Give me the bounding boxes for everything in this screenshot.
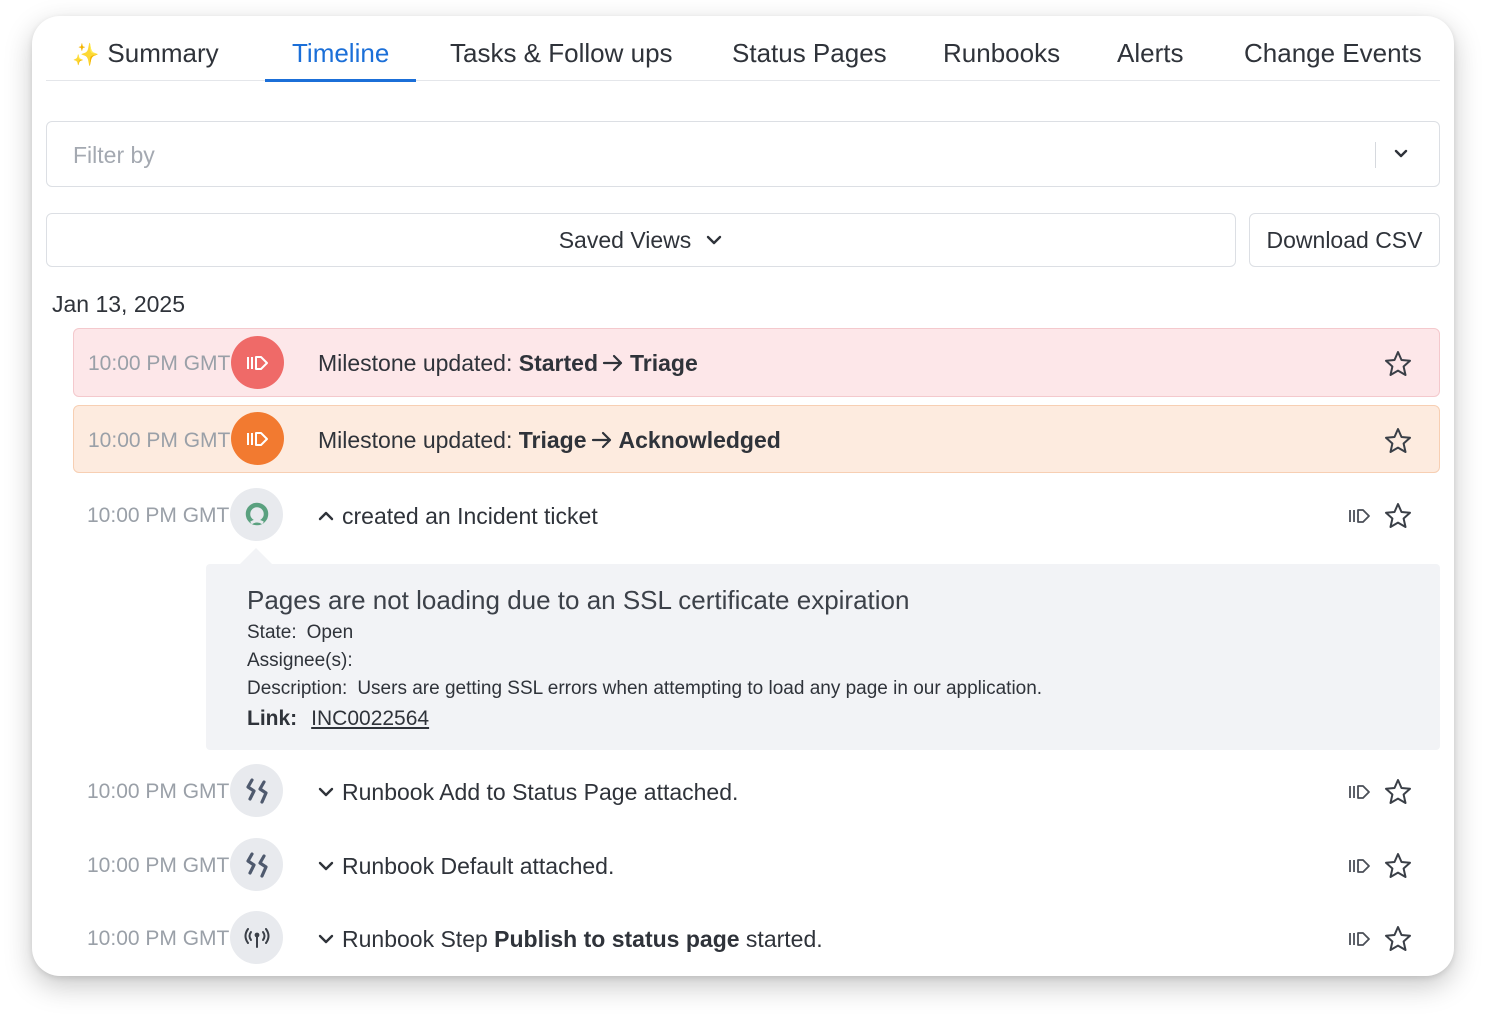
event-time: 10:00 PM GMT bbox=[87, 780, 230, 803]
event-message: Milestone updated: Started Triage bbox=[318, 350, 698, 376]
star-icon[interactable] bbox=[1383, 924, 1413, 954]
follow-up-icon[interactable] bbox=[1347, 927, 1373, 951]
chevron-down-icon[interactable] bbox=[1391, 140, 1411, 168]
filter-divider bbox=[1375, 142, 1376, 168]
ticket-description: Description: Users are getting SSL errors… bbox=[247, 678, 1043, 699]
event-time: 10:00 PM GMT bbox=[87, 927, 230, 950]
tab-runbooks[interactable]: Runbooks bbox=[943, 38, 1060, 81]
star-icon[interactable] bbox=[1383, 349, 1413, 379]
ticket-assignees: Assignee(s): bbox=[247, 650, 353, 671]
saved-views-button[interactable]: Saved Views bbox=[46, 213, 1236, 267]
tab-bar: ✨ Summary Timeline Tasks & Follow ups Sta… bbox=[46, 16, 1440, 82]
event-time: 10:00 PM GMT bbox=[87, 504, 230, 527]
sparkle-icon: ✨ bbox=[72, 42, 100, 67]
milestone-icon bbox=[231, 412, 284, 465]
event-time: 10:00 PM GMT bbox=[88, 429, 231, 452]
follow-up-icon[interactable] bbox=[1347, 854, 1373, 878]
event-message[interactable]: created an Incident ticket bbox=[317, 503, 598, 530]
tab-timeline[interactable]: Timeline bbox=[264, 38, 417, 82]
tab-status-pages[interactable]: Status Pages bbox=[732, 38, 887, 81]
timeline-event-ticket: 10:00 PM GMT created an Incident ticket bbox=[73, 486, 1440, 546]
tab-change-events[interactable]: Change Events bbox=[1244, 38, 1422, 81]
broadcast-icon bbox=[230, 911, 283, 964]
arrow-right-icon bbox=[602, 354, 623, 372]
tab-summary[interactable]: ✨ Summary bbox=[72, 38, 219, 81]
chevron-down-icon[interactable] bbox=[317, 932, 335, 946]
ticket-link[interactable]: INC0022564 bbox=[311, 707, 429, 730]
timeline-event-milestone: 10:00 PM GMT Milestone updated: Started T… bbox=[73, 328, 1440, 397]
event-message[interactable]: Runbook Step Publish to status page star… bbox=[317, 926, 823, 953]
filter-input[interactable] bbox=[73, 139, 1353, 171]
tab-tasks-follow-ups[interactable]: Tasks & Follow ups bbox=[450, 38, 673, 81]
chevron-down-icon[interactable] bbox=[317, 785, 335, 799]
event-message[interactable]: Runbook Default attached. bbox=[317, 853, 614, 880]
download-csv-button[interactable]: Download CSV bbox=[1249, 213, 1440, 267]
event-time: 10:00 PM GMT bbox=[87, 854, 230, 877]
timeline-event-runbook-step: 10:00 PM GMT Runbook Step Publish to sta… bbox=[73, 909, 1440, 969]
servicenow-icon bbox=[230, 488, 283, 541]
milestone-icon bbox=[231, 336, 284, 389]
detail-pointer bbox=[240, 548, 272, 564]
ticket-state: State: Open bbox=[247, 622, 354, 643]
timeline-event-runbook: 10:00 PM GMT Runbook Add to Status Page … bbox=[73, 762, 1440, 822]
runbook-icon bbox=[230, 764, 283, 817]
ticket-link-row: Link: INC0022564 bbox=[247, 707, 430, 730]
arrow-right-icon bbox=[591, 431, 611, 449]
filter-dropdown[interactable] bbox=[46, 121, 1440, 187]
event-time: 10:00 PM GMT bbox=[88, 352, 231, 375]
ticket-detail-card: Pages are not loading due to an SSL cert… bbox=[206, 564, 1440, 750]
star-icon[interactable] bbox=[1383, 777, 1413, 807]
star-icon[interactable] bbox=[1383, 426, 1413, 456]
star-icon[interactable] bbox=[1383, 851, 1413, 881]
runbook-icon bbox=[230, 838, 283, 891]
chevron-up-icon[interactable] bbox=[317, 509, 335, 523]
date-heading: Jan 13, 2025 bbox=[52, 291, 186, 317]
event-message[interactable]: Runbook Add to Status Page attached. bbox=[317, 779, 738, 806]
chevron-down-icon[interactable] bbox=[317, 859, 335, 873]
timeline-event-runbook: 10:00 PM GMT Runbook Default attached. bbox=[73, 836, 1440, 896]
follow-up-icon[interactable] bbox=[1347, 504, 1373, 528]
tab-alerts[interactable]: Alerts bbox=[1117, 38, 1183, 81]
chevron-down-icon bbox=[707, 235, 722, 245]
star-icon[interactable] bbox=[1383, 501, 1413, 531]
ticket-title: Pages are not loading due to an SSL cert… bbox=[247, 585, 910, 615]
follow-up-icon[interactable] bbox=[1347, 780, 1373, 804]
event-message: Milestone updated: Triage Acknowledged bbox=[318, 427, 781, 453]
timeline-event-milestone: 10:00 PM GMT Milestone updated: Triage Ac… bbox=[73, 405, 1440, 473]
incident-panel: ✨ Summary Timeline Tasks & Follow ups Sta… bbox=[32, 16, 1454, 976]
